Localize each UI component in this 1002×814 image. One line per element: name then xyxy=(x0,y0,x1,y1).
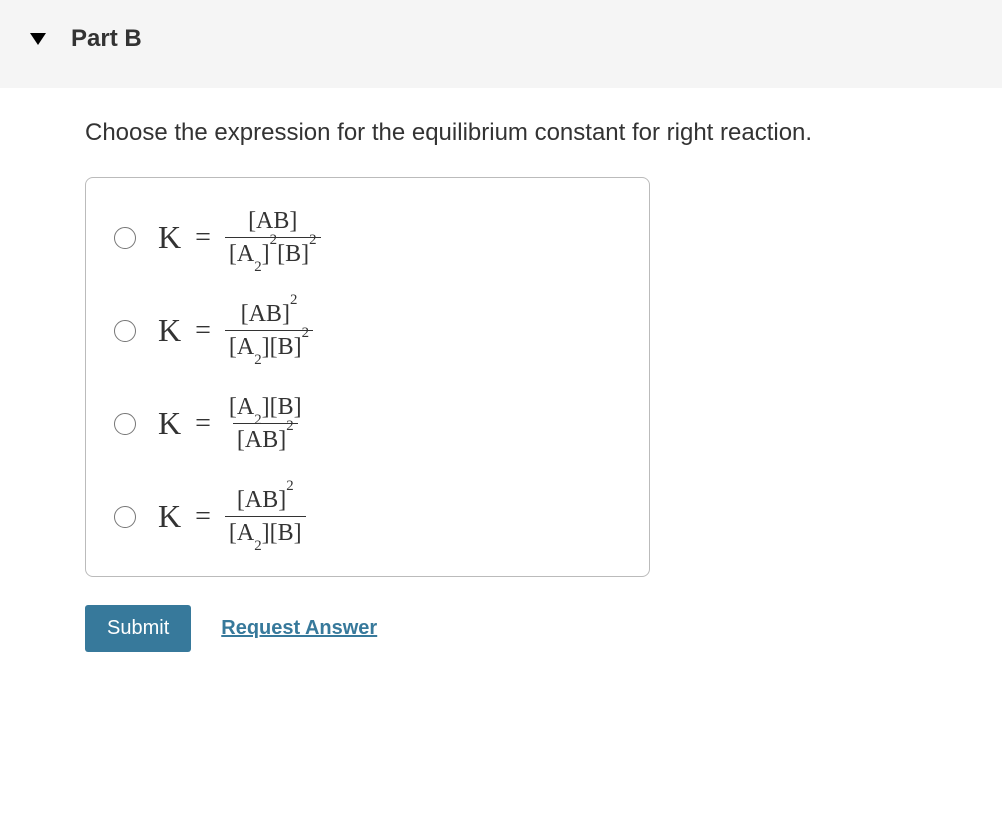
fraction-4: [AB]2 [A2][B] xyxy=(225,485,306,548)
expression-4: K = [AB]2 [A2][B] xyxy=(158,485,306,548)
option-4[interactable]: K = [AB]2 [A2][B] xyxy=(114,485,609,548)
part-header[interactable]: Part B xyxy=(0,0,1002,89)
denominator: [AB]2 xyxy=(233,423,298,455)
var-k: K xyxy=(158,405,181,442)
denominator: [A2][B]2 xyxy=(225,330,313,362)
option-3[interactable]: K = [A2][B] [AB]2 xyxy=(114,392,609,455)
var-k: K xyxy=(158,498,181,535)
submit-button[interactable]: Submit xyxy=(85,605,191,652)
question-text: Choose the expression for the equilibriu… xyxy=(85,119,972,147)
fraction-1: [AB] [A2]2[B]2 xyxy=(225,206,321,269)
option-1[interactable]: K = [AB] [A2]2[B]2 xyxy=(114,206,609,269)
radio-option-2[interactable] xyxy=(114,320,136,342)
expression-1: K = [AB] [A2]2[B]2 xyxy=(158,206,321,269)
equals-sign: = xyxy=(195,408,211,440)
fraction-3: [A2][B] [AB]2 xyxy=(225,392,306,455)
expression-3: K = [A2][B] [AB]2 xyxy=(158,392,306,455)
var-k: K xyxy=(158,312,181,349)
denominator: [A2]2[B]2 xyxy=(225,237,321,269)
caret-down-icon xyxy=(30,33,46,45)
equals-sign: = xyxy=(195,315,211,347)
options-container: K = [AB] [A2]2[B]2 K = [AB]2 [A2][B]2 xyxy=(85,177,650,577)
fraction-2: [AB]2 [A2][B]2 xyxy=(225,299,313,362)
radio-option-1[interactable] xyxy=(114,227,136,249)
equals-sign: = xyxy=(195,222,211,254)
numerator: [AB]2 xyxy=(237,299,302,330)
part-title: Part B xyxy=(71,25,142,53)
var-k: K xyxy=(158,219,181,256)
denominator: [A2][B] xyxy=(225,516,306,548)
option-2[interactable]: K = [AB]2 [A2][B]2 xyxy=(114,299,609,362)
content-area: Choose the expression for the equilibriu… xyxy=(0,89,1002,682)
expression-2: K = [AB]2 [A2][B]2 xyxy=(158,299,313,362)
radio-option-3[interactable] xyxy=(114,413,136,435)
numerator: [AB]2 xyxy=(233,485,298,516)
radio-option-4[interactable] xyxy=(114,506,136,528)
equals-sign: = xyxy=(195,501,211,533)
request-answer-link[interactable]: Request Answer xyxy=(221,617,377,640)
actions-row: Submit Request Answer xyxy=(85,605,972,652)
